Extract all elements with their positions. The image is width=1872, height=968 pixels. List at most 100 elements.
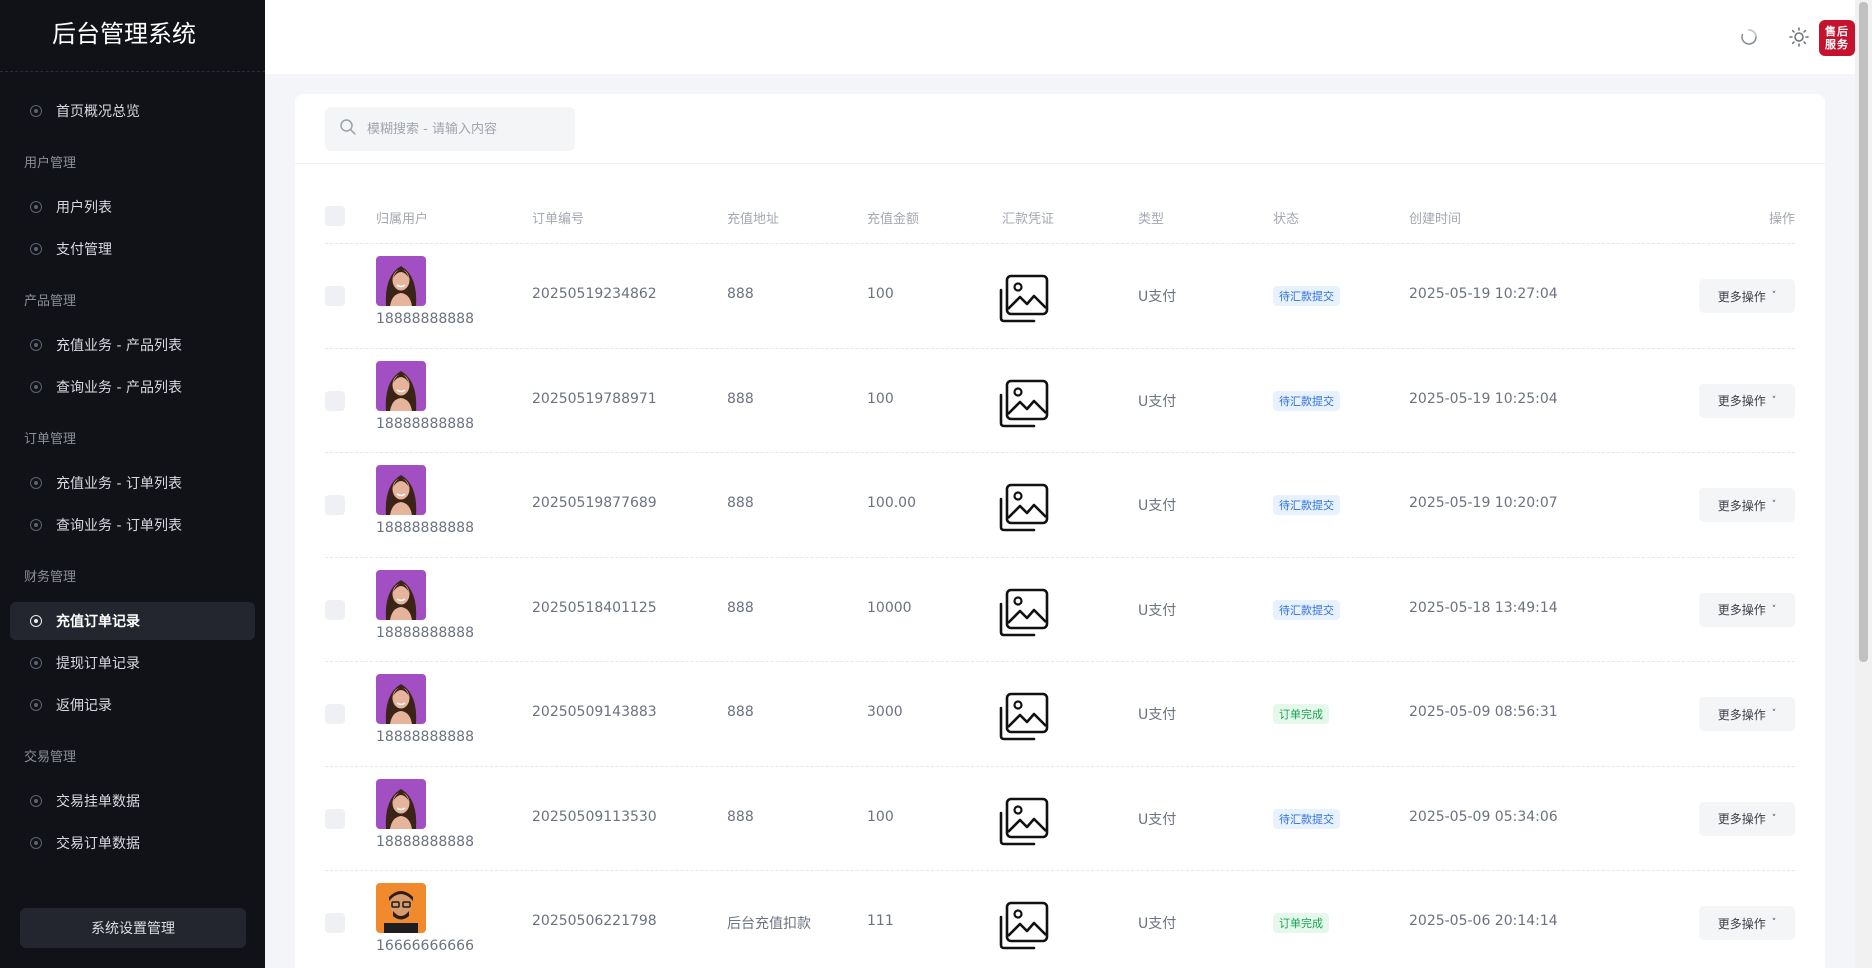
avatar [376,883,426,933]
sidebar-item[interactable]: 用户列表 [10,188,255,226]
table-header: 归属用户 订单编号 充值地址 充值金额 汇款凭证 类型 状态 创建时间 操作 [325,188,1795,244]
after-sales-service-button[interactable]: 售后 服务 [1819,20,1855,56]
payment-type: U支付 [1138,289,1177,305]
avatar [376,256,426,306]
status-badge: 待汇款提交 [1273,599,1340,620]
status-badge: 待汇款提交 [1273,495,1340,515]
recharge-amount: 100 [867,390,894,407]
sidebar-item-home[interactable]: 首页概况总览 [10,92,255,130]
sun-icon[interactable] [1787,25,1811,49]
recharge-amount: 3000 [867,704,903,720]
image-icon[interactable] [996,377,1052,429]
sidebar-item[interactable]: 充值业务 - 产品列表 [10,326,255,364]
sidebar-item-label: 提现订单记录 [56,656,140,672]
more-actions-label: 更多操作 [1717,394,1766,408]
created-time: 2025-05-09 08:56:31 [1409,704,1558,720]
sidebar-group-title: 财务管理 [24,570,77,585]
column-address: 充值地址 [727,212,780,227]
sidebar-nav: 首页概况总览 用户管理 用户列表 支付管理 产品管理 充值业务 - 产品列表 查询业务 -… [0,72,265,862]
chevron-down-icon: ˅ [1771,709,1777,719]
avatar [376,569,426,620]
page-scrollbar[interactable] [1855,0,1872,968]
row-checkbox[interactable] [325,808,345,829]
row-checkbox[interactable] [325,390,345,411]
nav-dot-icon [30,339,42,351]
user-phone: 16666666666 [376,938,474,954]
table-row: 18888888888 20250519234862 888 100 U支付 2025-0… [325,244,1795,349]
sidebar-item-label: 用户列表 [56,200,112,216]
more-actions-button[interactable]: 更多操作 ˅ [1699,383,1795,418]
column-type: 类型 [1138,212,1165,227]
payment-type: U支付 [1138,811,1177,828]
more-actions-button[interactable]: 更多操作 ˅ [1699,801,1795,836]
image-icon[interactable] [996,481,1052,533]
column-actions: 操作 [1768,212,1795,227]
sidebar-item[interactable]: 交易订单数据 [10,824,255,862]
search-box[interactable] [325,107,575,151]
sidebar-group-title: 用户管理 [24,156,77,171]
orders-table: 归属用户 订单编号 充值地址 充值金额 汇款凭证 类型 状态 创建时间 操作 1… [325,188,1795,968]
column-voucher: 汇款凭证 [1002,212,1055,227]
row-checkbox[interactable] [325,599,345,620]
nav-dot-icon [30,837,42,849]
payment-type: U支付 [1138,707,1177,723]
more-actions-button[interactable]: 更多操作 ˅ [1699,488,1795,522]
image-icon[interactable] [996,795,1052,847]
recharge-amount: 111 [867,913,894,929]
search-bar [295,94,1825,164]
row-checkbox[interactable] [325,495,345,515]
column-user: 归属用户 [376,212,429,227]
more-actions-label: 更多操作 [1717,812,1766,826]
sidebar-item-label: 充值业务 - 订单列表 [56,476,182,492]
avatar [376,360,426,411]
image-icon[interactable] [996,586,1052,638]
recharge-amount: 100 [867,286,894,302]
more-actions-button[interactable]: 更多操作 ˅ [1699,697,1795,731]
sidebar-item[interactable]: 返佣记录 [10,686,255,724]
sidebar-item[interactable]: 查询业务 - 订单列表 [10,506,255,544]
row-checkbox[interactable] [325,704,345,724]
created-time: 2025-05-18 13:49:14 [1409,599,1558,616]
sidebar-item[interactable]: 充值业务 - 订单列表 [10,464,255,502]
row-checkbox[interactable] [325,286,345,306]
avatar [376,465,426,515]
chevron-down-icon: ˅ [1771,918,1777,928]
sidebar-item[interactable]: 查询业务 - 产品列表 [10,368,255,406]
image-icon[interactable] [996,272,1052,324]
nav-dot-icon [30,615,42,627]
recharge-amount: 100.00 [867,495,916,511]
sidebar-item[interactable]: 充值订单记录 [10,602,255,640]
nav-dot-icon [30,519,42,531]
more-actions-button[interactable]: 更多操作 ˅ [1699,906,1795,940]
nav-dot-icon [30,657,42,669]
order-number: 20250519877689 [532,495,657,511]
table-row: 18888888888 20250519877689 888 100.00 U支付 202… [325,453,1795,558]
select-all-checkbox[interactable] [325,206,345,226]
recharge-address: 888 [727,390,754,407]
created-time: 2025-05-19 10:27:04 [1409,286,1558,302]
image-icon[interactable] [996,899,1052,951]
order-number: 20250509143883 [532,704,657,720]
sidebar-item[interactable]: 提现订单记录 [10,644,255,682]
sidebar-item-label: 首页概况总览 [56,104,140,120]
search-input[interactable] [367,121,557,137]
more-actions-label: 更多操作 [1717,707,1766,722]
image-icon[interactable] [996,690,1052,742]
avatar [376,778,426,829]
user-phone: 18888888888 [376,520,474,536]
status-badge: 待汇款提交 [1273,286,1340,306]
created-time: 2025-05-09 05:34:06 [1409,808,1558,825]
system-settings-button[interactable]: 系统设置管理 [20,908,246,948]
scrollbar-thumb[interactable] [1859,2,1868,662]
loading-icon[interactable] [1737,25,1761,49]
nav-dot-icon [30,381,42,393]
sidebar-item[interactable]: 支付管理 [10,230,255,268]
payment-type: U支付 [1138,916,1177,932]
sidebar-item[interactable]: 交易挂单数据 [10,782,255,820]
column-order-no: 订单编号 [532,212,585,227]
nav-dot-icon [30,201,42,213]
chevron-down-icon: ˅ [1771,500,1777,510]
row-checkbox[interactable] [325,913,345,933]
more-actions-button[interactable]: 更多操作 ˅ [1699,279,1795,313]
more-actions-button[interactable]: 更多操作 ˅ [1699,592,1795,627]
